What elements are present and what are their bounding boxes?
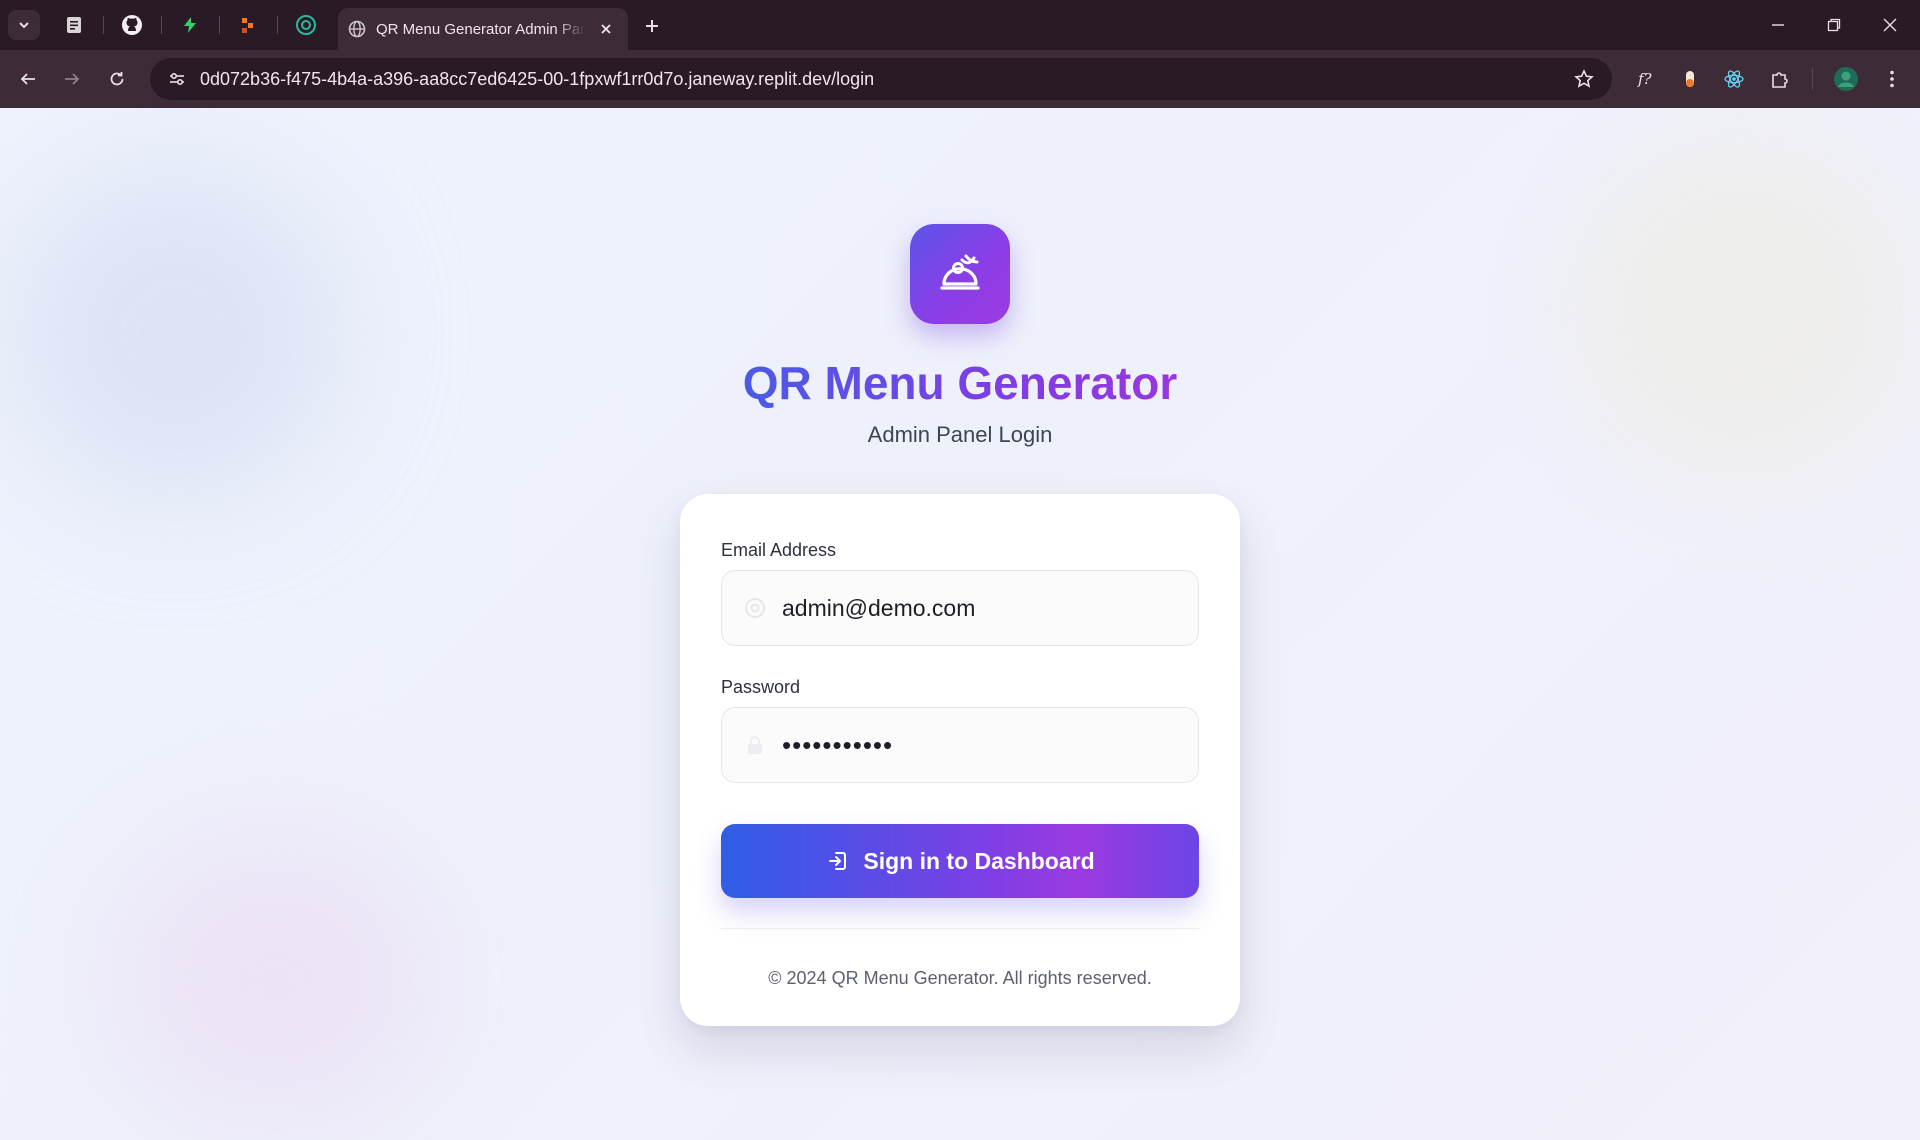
minimize-button[interactable]	[1750, 0, 1806, 50]
arrow-right-icon	[65, 73, 80, 85]
card-divider	[721, 928, 1199, 929]
app-title-text: QR Menu Generator	[742, 357, 1178, 409]
chevron-down-icon	[19, 22, 29, 29]
new-tab-button[interactable]	[638, 12, 666, 40]
close-window-button[interactable]	[1862, 0, 1918, 50]
email-label: Email Address	[721, 540, 837, 560]
tab-separator	[219, 16, 220, 34]
lock-icon	[740, 730, 770, 760]
bolt-icon	[184, 17, 196, 33]
flow-icon	[242, 18, 253, 33]
sign-in-button[interactable]: Sign in to Dashboard	[721, 824, 1199, 898]
background-blob	[10, 168, 340, 498]
capsule-icon	[1686, 71, 1694, 87]
back-button[interactable]	[12, 63, 44, 95]
site-info-button[interactable]	[164, 66, 190, 92]
reload-button[interactable]	[101, 63, 133, 95]
puzzle-icon	[1772, 72, 1788, 88]
bookmark-button[interactable]	[1570, 65, 1598, 93]
login-card: Email Address Password ••••••••••• Sign …	[680, 494, 1240, 1026]
close-icon	[1883, 18, 1897, 32]
tab-close-button[interactable]	[596, 19, 616, 39]
password-field[interactable]: •••••••••••	[721, 707, 1199, 783]
chef-hat-icon	[940, 254, 980, 290]
browser-tab-bar: QR Menu Generator Admin Panel	[0, 0, 1920, 50]
pinned-tab-github[interactable]	[119, 12, 145, 38]
docs-icon	[67, 17, 81, 33]
profile-button[interactable]	[1830, 63, 1862, 95]
browser-toolbar: 0d072b36-f475-4b4a-a396-aa8cc7ed6425-00-…	[0, 50, 1920, 108]
tab-separator	[277, 16, 278, 34]
extension-button[interactable]	[1674, 63, 1706, 95]
pinned-tab-chatgpt[interactable]	[293, 12, 319, 38]
pinned-tab-bolt[interactable]	[177, 12, 203, 38]
arrow-left-icon	[20, 73, 35, 85]
minimize-icon	[1772, 24, 1784, 26]
page-title: QR Menu Generator	[0, 356, 1920, 410]
avatar-icon	[1834, 67, 1858, 91]
chatgpt-icon	[296, 15, 316, 35]
address-bar[interactable]: 0d072b36-f475-4b4a-a396-aa8cc7ed6425-00-…	[150, 58, 1612, 100]
log-in-icon	[825, 848, 851, 874]
react-icon	[1724, 70, 1744, 88]
extensions-menu-button[interactable]	[1764, 63, 1796, 95]
page-subtitle: Admin Panel Login	[867, 422, 1053, 447]
close-icon	[601, 24, 611, 34]
tab-separator	[161, 16, 162, 34]
svg-text:f?: f?	[1637, 70, 1653, 88]
browser-menu-button[interactable]	[1876, 63, 1908, 95]
url-text: 0d072b36-f475-4b4a-a396-aa8cc7ed6425-00-…	[200, 68, 875, 89]
tab-search-button[interactable]	[8, 10, 40, 40]
pinned-tab-docs[interactable]	[61, 12, 87, 38]
copyright-text: © 2024 QR Menu Generator. All rights res…	[768, 968, 1152, 988]
extension-button[interactable]: f?	[1630, 63, 1662, 95]
app-logo	[910, 224, 1010, 324]
email-field[interactable]	[721, 570, 1199, 646]
at-sign-icon	[740, 593, 770, 623]
forward-button[interactable]	[56, 63, 88, 95]
restore-button[interactable]	[1806, 0, 1862, 50]
pinned-tab-flow[interactable]	[235, 12, 261, 38]
tab-title: QR Menu Generator Admin Panel	[376, 20, 586, 38]
sign-in-label: Sign in to Dashboard	[863, 847, 1095, 874]
more-vertical-icon	[1890, 70, 1894, 88]
globe-icon	[348, 20, 366, 38]
toolbar-separator	[1812, 68, 1813, 90]
restore-icon	[1827, 18, 1841, 32]
github-icon	[122, 15, 142, 35]
email-input[interactable]	[782, 594, 1198, 622]
reload-icon	[110, 72, 124, 86]
active-tab[interactable]: QR Menu Generator Admin Panel	[338, 8, 628, 50]
background-blob	[1580, 148, 1900, 468]
tune-icon	[170, 72, 184, 86]
plus-icon	[646, 20, 658, 32]
login-page: QR Menu Generator Admin Panel Login Emai…	[0, 108, 1920, 1140]
function-icon: f?	[1637, 70, 1653, 88]
password-label: Password	[721, 677, 801, 697]
password-input[interactable]: •••••••••••	[782, 730, 893, 761]
extension-button[interactable]	[1718, 63, 1750, 95]
background-blob	[110, 828, 440, 1128]
star-icon	[1574, 69, 1594, 88]
tab-separator	[103, 16, 104, 34]
